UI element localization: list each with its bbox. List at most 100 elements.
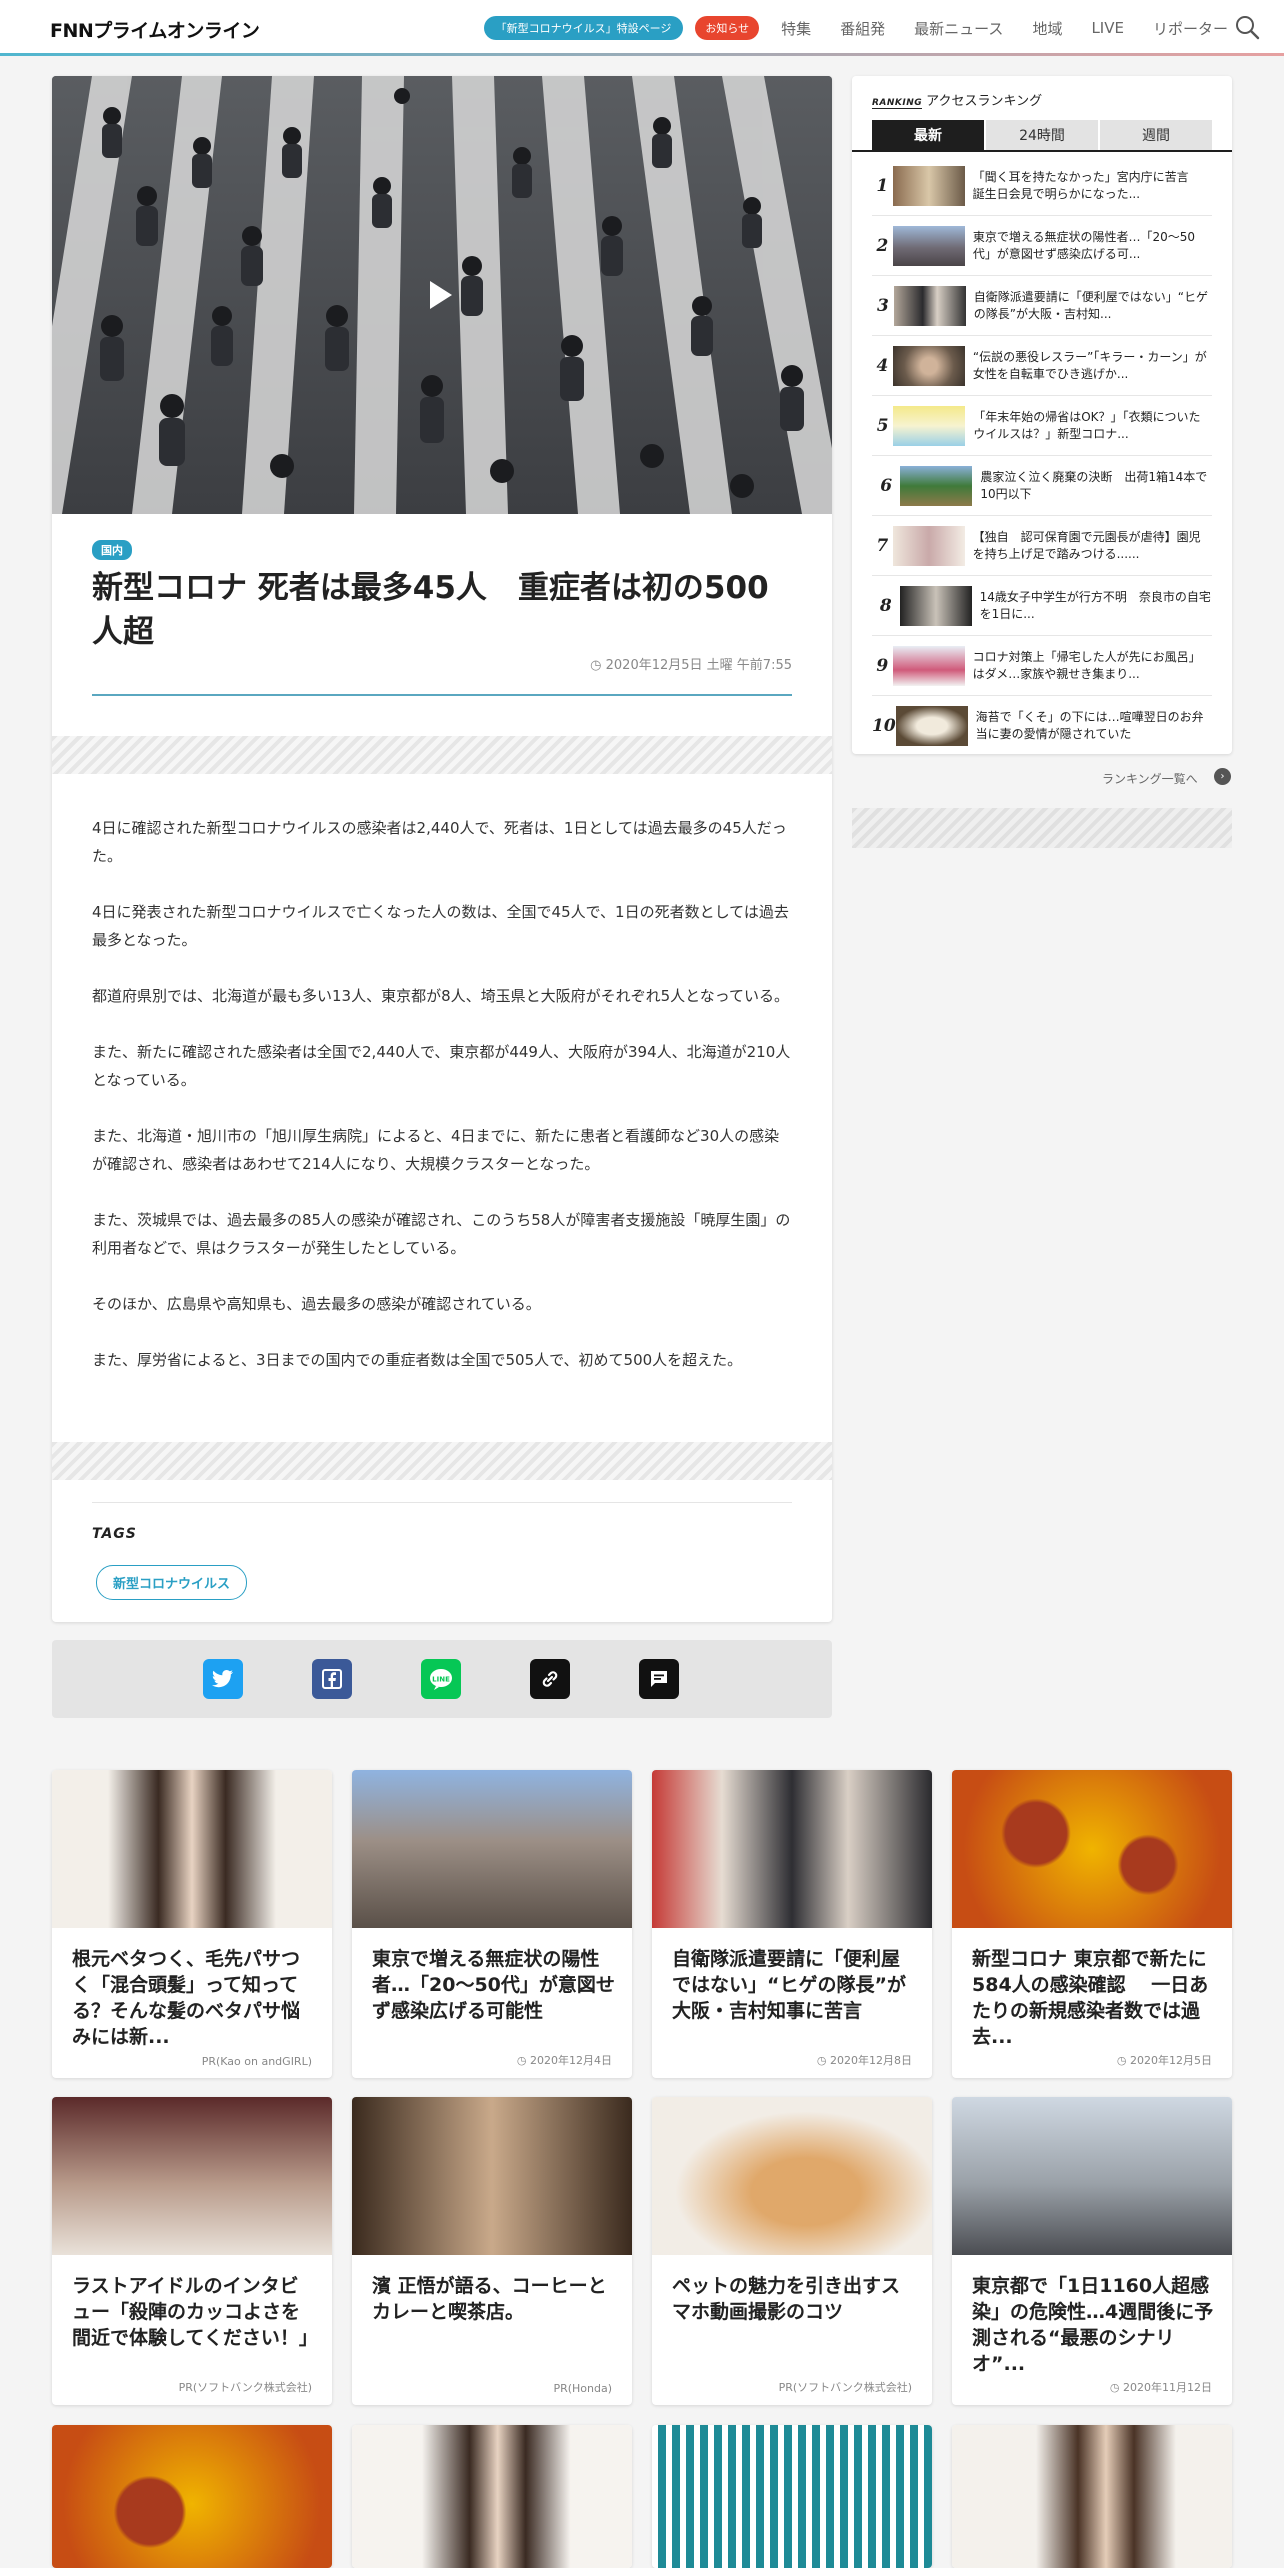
card-image xyxy=(952,2425,1232,2568)
ranking-heading: RANKING アクセスランキング xyxy=(872,90,1042,109)
card-meta: ◷ 2020年12月8日 xyxy=(817,2052,912,2068)
rank-headline: 「聞く耳を持たなかった」宮内庁に苦言 誕生日会見で明らかになった... xyxy=(972,169,1201,201)
hatch-divider-top xyxy=(52,736,832,774)
rank-number: 1 xyxy=(876,175,889,196)
tag-covid[interactable]: 新型コロナウイルス xyxy=(96,1565,248,1600)
recommend-card[interactable]: 東京で増える無症状の陽性者…「20～50代」が意図せず感染広げる可能性 ◷ 20… xyxy=(352,1770,632,2078)
ranking-item[interactable]: 5 「年末年始の帰省はOK？」「衣類についたウイルスは？」新型コロナ... xyxy=(872,396,1212,456)
recommend-card[interactable]: 新型コロナ 東京都で新たに584人の感染確認 一日あたりの新規感染者数では過去.… xyxy=(952,1770,1232,2078)
play-icon[interactable] xyxy=(430,281,452,309)
card-image xyxy=(652,1770,932,1928)
nav-item-programs[interactable]: 番組発 xyxy=(840,18,885,39)
twitter-icon[interactable] xyxy=(203,1659,243,1699)
card-image xyxy=(652,2097,932,2255)
chevron-right-icon[interactable]: › xyxy=(1214,768,1231,785)
rank-number: 10 xyxy=(872,716,896,736)
article-paragraph: また、新たに確認された感染者は全国で2,440人で、東京都が449人、大阪府が3… xyxy=(92,1043,791,1089)
ranking-item[interactable]: 9 コロナ対策上「帰宅した人が先にお風呂」はダメ…家族や親せき集まり... xyxy=(872,636,1212,696)
article-paragraph: 4日に確認された新型コロナウイルスの感染者は2,440人で、死者は、1日としては… xyxy=(92,819,787,865)
recommend-card[interactable]: 根元ベタつく、毛先パサつく「混合頭髪」って知ってる？そんな髪のベタパサ悩みには新… xyxy=(52,1770,332,2078)
card-date: 2020年12月4日 xyxy=(530,2054,612,2067)
rank-thumbnail xyxy=(892,165,965,206)
card-meta: ◷ 2020年12月4日 xyxy=(517,2052,612,2068)
ranking-item[interactable]: 1 「聞く耳を持たなかった」宮内庁に苦言 誕生日会見で明らかになった... xyxy=(872,156,1212,216)
rank-number: 2 xyxy=(876,235,889,256)
card-date: 2020年12月5日 xyxy=(1130,2054,1212,2067)
clock-icon: ◷ xyxy=(590,658,606,673)
notice-link[interactable]: お知らせ xyxy=(695,16,760,40)
rank-headline: 海苔で「くそ」の下には…喧嘩翌日のお弁当に妻の愛情が隠されていた xyxy=(975,710,1204,741)
link-icon[interactable] xyxy=(530,1659,570,1699)
recommend-card[interactable] xyxy=(952,2425,1232,2568)
covid-special-link[interactable]: 「新型コロナウイルス」特設ページ xyxy=(483,16,684,40)
recommend-card[interactable] xyxy=(52,2425,332,2568)
ranking-list: 1 「聞く耳を持たなかった」宮内庁に苦言 誕生日会見で明らかになった... 2 … xyxy=(872,156,1212,756)
tab-24h[interactable]: 24時間 xyxy=(986,120,1098,150)
recommend-card[interactable]: ラストアイドルのインタビュー「殺陣のカッコよさを間近で体験してください！」 PR… xyxy=(52,2097,332,2405)
article-paragraph: 4日に発表された新型コロナウイルスで亡くなった人の数は、全国で45人で、1日の死… xyxy=(92,903,789,949)
site-logo[interactable]: FNNプライムオンライン xyxy=(50,16,260,43)
article-hero-video[interactable] xyxy=(52,76,832,514)
clock-icon: ◷ xyxy=(516,2054,530,2067)
nav-item-region[interactable]: 地域 xyxy=(1032,18,1062,39)
card-meta: PR(ソフトバンク株式会社) xyxy=(778,2381,912,2394)
card-title: 東京都で「1日1160人超感染」の危険性…4週間後に予測される“最悪のシナリオ”… xyxy=(972,2275,1214,2375)
nav-item-latest-news[interactable]: 最新ニュース xyxy=(914,18,1003,39)
ranking-item[interactable]: 4 “伝説の悪役レスラー”「キラー・カーン」が女性を自転車でひき逃げか... xyxy=(872,336,1212,396)
card-title: 東京で増える無症状の陽性者…「20～50代」が意図せず感染広げる可能性 xyxy=(372,1948,615,2022)
rank-headline: 東京で増える無症状の陽性者…「20～50代」が意図せず感染広げる可... xyxy=(972,229,1196,261)
rank-number: 3 xyxy=(876,295,889,316)
hatch-divider-bottom xyxy=(52,1442,832,1480)
recommend-card[interactable]: 濱 正悟が語る、コーヒーとカレーと喫茶店。 PR(Honda) xyxy=(352,2097,632,2405)
main-nav: 「新型コロナウイルス」特設ページ お知らせ 特集 番組発 最新ニュース 地域 L… xyxy=(483,16,1228,40)
article-paragraph: 都道府県別では、北海道が最も多い13人、東京都が8人、埼玉県と大阪府がそれぞれ5… xyxy=(92,987,789,1005)
ranking-item[interactable]: 3 自衛隊派遣要請に「便利屋ではない」“ヒゲの隊長”が大阪・吉村知... xyxy=(872,276,1212,336)
ranking-item[interactable]: 6 農家泣く泣く廃棄の決断 出荷1箱14本で10円以下 xyxy=(872,456,1212,516)
category-badge[interactable]: 国内 xyxy=(92,540,132,560)
ranking-item[interactable]: 10 海苔で「くそ」の下には…喧嘩翌日のお弁当に妻の愛情が隠されていた xyxy=(872,696,1212,756)
tab-weekly[interactable]: 週間 xyxy=(1100,120,1212,150)
rank-thumbnail xyxy=(892,645,965,686)
ranking-label: アクセスランキング xyxy=(926,94,1043,109)
line-icon[interactable]: LINE xyxy=(421,1659,461,1699)
rank-number: 5 xyxy=(876,415,889,436)
tab-latest[interactable]: 最新 xyxy=(872,120,984,150)
ranking-item[interactable]: 2 東京で増える無症状の陽性者…「20～50代」が意図せず感染広げる可... xyxy=(872,216,1212,276)
ranking-item[interactable]: 7 【独自 認可保育園で元園長が虐待】園児を持ち上げ足で踏みつける...... xyxy=(872,516,1212,576)
card-image xyxy=(352,2097,632,2255)
ranking-more-link[interactable]: ランキング一覧へ xyxy=(1102,770,1198,787)
card-title: ラストアイドルのインタビュー「殺陣のカッコよさを間近で体験してください！」 xyxy=(72,2275,316,2349)
svg-text:LINE: LINE xyxy=(432,1676,450,1684)
rank-thumbnail xyxy=(893,405,966,446)
card-title: 自衛隊派遣要請に「便利屋ではない」“ヒゲの隊長”が大阪・吉村知事に苦言 xyxy=(672,1948,906,2022)
article-paragraph: また、茨城県では、過去最多の85人の感染が確認され、このうち58人が障害者支援施… xyxy=(92,1211,791,1257)
recommend-card[interactable]: ペットの魅力を引き出すスマホ動画撮影のコツ PR(ソフトバンク株式会社) xyxy=(652,2097,932,2405)
ranking-tab-underline xyxy=(852,150,1232,152)
card-image xyxy=(52,2097,332,2255)
search-icon[interactable] xyxy=(1234,14,1260,40)
sidebar-ad-placeholder xyxy=(852,808,1232,848)
rank-thumbnail xyxy=(900,465,973,506)
card-meta: PR(Kao on andGIRL) xyxy=(201,2055,312,2068)
rank-headline: 14歳女子中学生が行方不明 奈良市の自宅を1日に... xyxy=(979,589,1211,621)
ranking-item[interactable]: 8 14歳女子中学生が行方不明 奈良市の自宅を1日に... xyxy=(872,576,1212,636)
rank-thumbnail xyxy=(899,585,972,626)
article-paragraph: また、北海道・旭川市の「旭川厚生病院」によると、4日までに、新たに患者と看護師な… xyxy=(92,1127,780,1173)
recommend-card[interactable]: 東京都で「1日1160人超感染」の危険性…4週間後に予測される“最悪のシナリオ”… xyxy=(952,2097,1232,2405)
article-title: 新型コロナ 死者は最多45人 重症者は初の500人超 xyxy=(92,570,769,650)
recommend-card[interactable]: 自衛隊派遣要請に「便利屋ではない」“ヒゲの隊長”が大阪・吉村知事に苦言 ◷ 20… xyxy=(652,1770,932,2078)
comment-icon[interactable] xyxy=(639,1659,679,1699)
recommend-card[interactable] xyxy=(352,2425,632,2568)
article-card: 国内 新型コロナ 死者は最多45人 重症者は初の500人超 ◷ 2020年12月… xyxy=(52,76,832,1622)
clock-icon: ◷ xyxy=(1116,2054,1130,2067)
rank-headline: “伝説の悪役レスラー”「キラー・カーン」が女性を自転車でひき逃げか... xyxy=(972,349,1207,381)
nav-item-live[interactable]: LIVE xyxy=(1091,19,1124,37)
card-title: ペットの魅力を引き出すスマホ動画撮影のコツ xyxy=(672,2275,901,2323)
card-meta: ◷ 2020年11月12日 xyxy=(1110,2379,1212,2395)
share-bar: LINE xyxy=(52,1640,832,1718)
nav-item-reporters[interactable]: リポーター xyxy=(1153,18,1228,39)
nav-item-features[interactable]: 特集 xyxy=(781,18,811,39)
ranking-label-en: RANKING xyxy=(872,98,923,109)
facebook-icon[interactable] xyxy=(312,1659,352,1699)
recommend-card[interactable] xyxy=(652,2425,932,2568)
